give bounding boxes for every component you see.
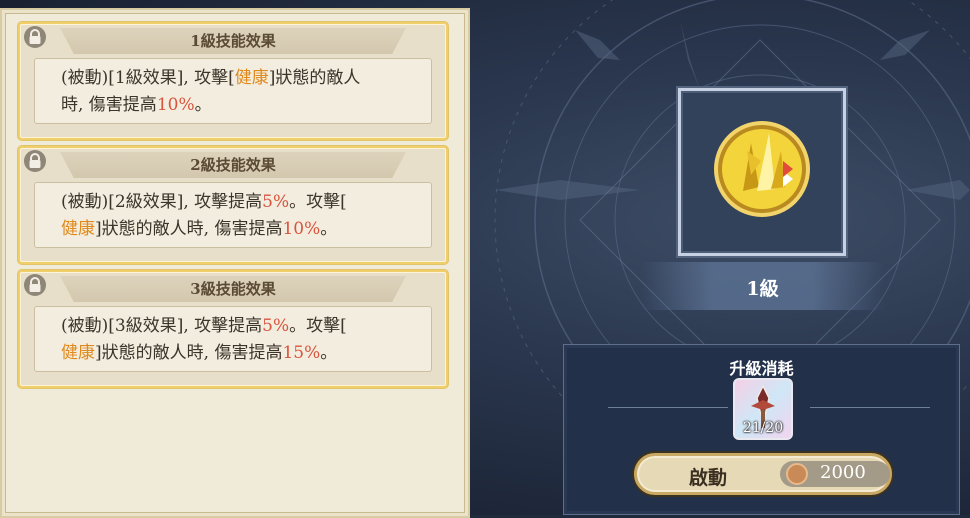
description-text: (被動)[3級效果], 攻擊提高	[61, 316, 263, 336]
value-highlight: 10%	[282, 219, 321, 239]
value-highlight: 5%	[262, 192, 290, 212]
item-count: 21/20	[742, 420, 784, 436]
card-description: (被動)[2級效果], 攻擊提高5%。攻擊[ 健康]狀態的敵人時, 傷害提高10%…	[34, 182, 432, 248]
card-title: 3級技能效果	[190, 280, 276, 298]
status-keyword: 健康	[61, 343, 95, 363]
divider-left	[608, 407, 728, 408]
price-value: 2000	[820, 462, 866, 483]
skill-card-level-3: 3級技能效果 (被動)[3級效果], 攻擊提高5%。攻擊[ 健康]狀態的敵人時, …	[18, 270, 448, 388]
description-text: ]狀態的敵人	[268, 68, 361, 88]
card-title: 2級技能效果	[190, 156, 276, 174]
value-highlight: 15%	[282, 343, 321, 363]
lock-icon	[24, 26, 46, 48]
coin-icon	[786, 463, 808, 485]
card-description: (被動)[1級效果], 攻擊[健康]狀態的敵人時, 傷害提高10%。	[34, 58, 432, 124]
description-text: (被動)[2級效果], 攻擊提高	[61, 192, 263, 212]
golden-crystal-skill-icon[interactable]	[681, 91, 843, 253]
value-highlight: 5%	[262, 316, 290, 336]
description-text: ]狀態的敵人時, 傷害提高	[95, 219, 283, 239]
divider-right	[810, 407, 930, 408]
description-text: 。攻擊[	[289, 316, 347, 336]
description-text: 時, 傷害提高	[61, 95, 157, 115]
description-text: (被動)[1級效果], 攻擊[	[61, 68, 235, 88]
lock-icon	[24, 150, 46, 172]
description-text: 。	[320, 343, 338, 363]
card-description: (被動)[3級效果], 攻擊提高5%。攻擊[ 健康]狀態的敵人時, 傷害提高15%…	[34, 306, 432, 372]
description-text: 。	[194, 95, 212, 115]
skill-icon-frame	[678, 88, 846, 256]
value-highlight: 10%	[156, 95, 195, 115]
skill-card-level-2: 2級技能效果 (被動)[2級效果], 攻擊提高5%。攻擊[ 健康]狀態的敵人時, …	[18, 146, 448, 264]
status-keyword: 健康	[234, 68, 269, 88]
lock-icon	[24, 274, 46, 296]
card-title: 1級技能效果	[190, 32, 276, 50]
activate-button-label: 啟動	[689, 467, 728, 489]
price-pill: 2000	[780, 461, 890, 487]
description-text: 。	[320, 219, 338, 239]
status-keyword: 健康	[61, 219, 95, 239]
description-text: ]狀態的敵人時, 傷害提高	[95, 343, 283, 363]
upgrade-material-item[interactable]: 21/20	[733, 378, 793, 440]
description-text: 。攻擊[	[289, 192, 347, 212]
skill-level-label: 1級	[746, 278, 779, 300]
upgrade-cost-title: 升級消耗	[729, 359, 794, 378]
skill-card-level-1: 1級技能效果 (被動)[1級效果], 攻擊[健康]狀態的敵人時, 傷害提高10%…	[18, 22, 448, 140]
upgrade-cost-panel: 升級消耗 21/20 啟動 2000	[563, 344, 960, 515]
activate-button[interactable]: 啟動 2000	[634, 453, 892, 495]
